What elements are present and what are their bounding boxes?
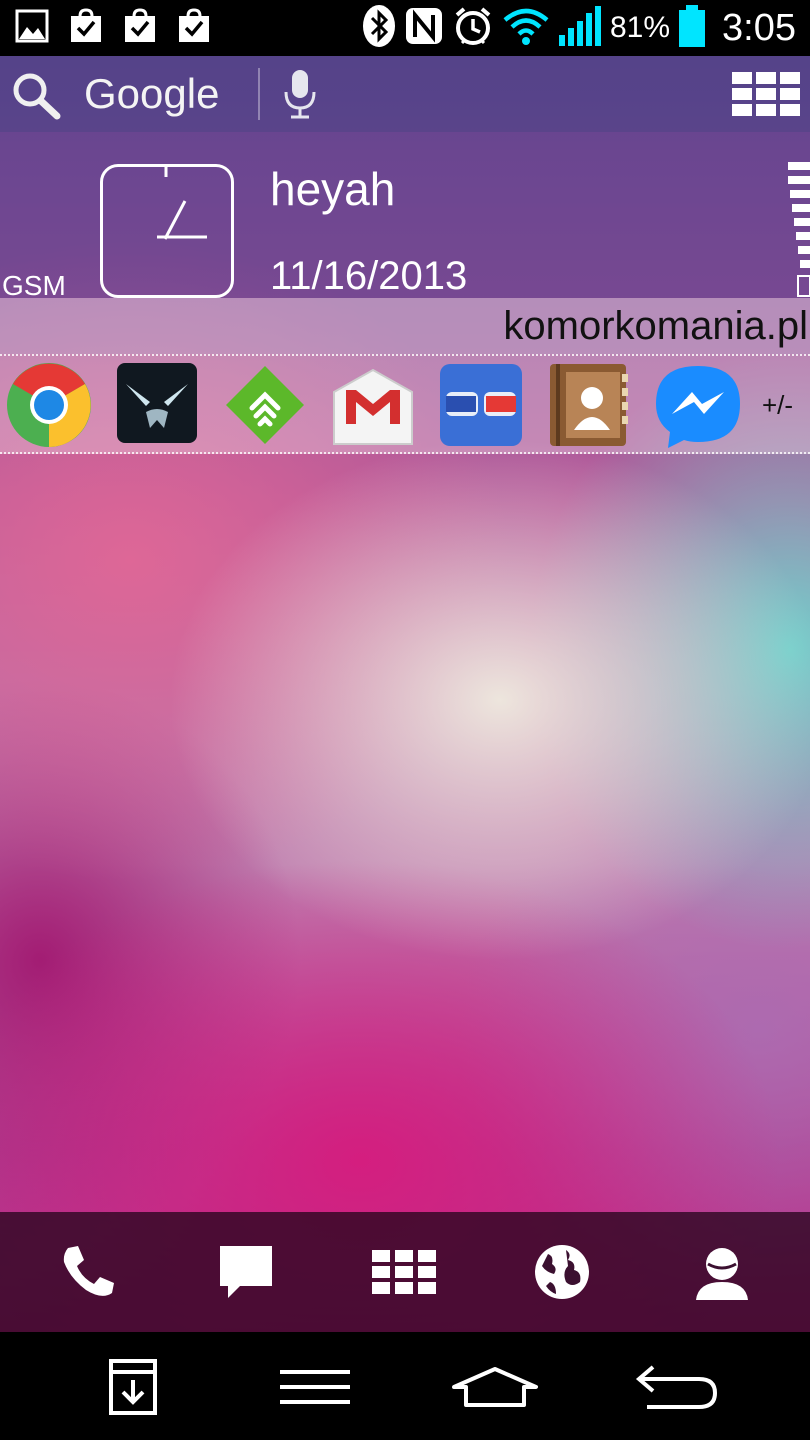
app-shortcut-bar: +/- <box>0 354 810 454</box>
goggles-icon[interactable] <box>438 362 524 448</box>
contacts-book-icon[interactable] <box>546 362 632 448</box>
contacts-icon[interactable] <box>690 1240 754 1304</box>
app-grid-icon[interactable] <box>732 72 800 120</box>
battery-percent: 81% <box>609 11 671 44</box>
site-banner: komorkomania.pl <box>0 298 810 354</box>
alarm-icon <box>452 5 494 51</box>
clock-widget[interactable]: GSM heyah 11/16/2013 <box>0 132 810 301</box>
search-divider <box>258 68 260 120</box>
edit-shortcuts-button[interactable]: +/- <box>762 390 793 421</box>
wifi-icon <box>502 6 550 50</box>
system-icons: 81% 3:05 <box>362 4 796 52</box>
bluetooth-icon <box>362 4 396 52</box>
falcon-twitter-icon[interactable] <box>116 362 202 448</box>
shopping-bag-check-icon <box>68 8 104 44</box>
messenger-icon[interactable] <box>654 362 740 448</box>
apps-drawer-icon[interactable] <box>372 1240 436 1304</box>
google-label[interactable]: Google <box>84 70 219 118</box>
browser-globe-icon[interactable] <box>530 1240 594 1304</box>
bottom-dock <box>0 1212 810 1332</box>
microphone-icon[interactable] <box>282 68 318 124</box>
analog-clock-icon[interactable] <box>100 164 234 298</box>
notification-icons <box>14 8 212 44</box>
shopping-bag-check-icon <box>176 8 212 44</box>
clock-time: 3:05 <box>722 6 796 49</box>
date-text: 11/16/2013 <box>270 254 468 298</box>
messaging-icon[interactable] <box>214 1240 278 1304</box>
carrier-name: heyah <box>270 163 396 215</box>
gmail-icon[interactable] <box>330 362 416 448</box>
cell-signal-icon <box>558 5 602 51</box>
status-bar: 81% 3:05 <box>0 0 810 56</box>
signal-bars-icon <box>788 162 810 297</box>
chrome-icon[interactable] <box>6 362 92 448</box>
search-icon[interactable] <box>10 70 62 124</box>
home-icon[interactable] <box>450 1352 540 1422</box>
shopping-bag-check-icon <box>122 8 158 44</box>
image-notification-icon <box>14 8 50 44</box>
back-icon[interactable] <box>632 1352 722 1422</box>
nfc-icon <box>404 6 444 50</box>
feedly-icon[interactable] <box>222 362 308 448</box>
google-search-bar[interactable]: Google <box>0 56 810 132</box>
phone-icon[interactable] <box>56 1240 120 1304</box>
site-banner-text: komorkomania.pl <box>503 304 808 348</box>
navigation-bar <box>0 1332 810 1440</box>
menu-icon[interactable] <box>270 1352 360 1422</box>
notification-download-icon[interactable] <box>88 1352 178 1422</box>
battery-icon <box>678 4 706 52</box>
